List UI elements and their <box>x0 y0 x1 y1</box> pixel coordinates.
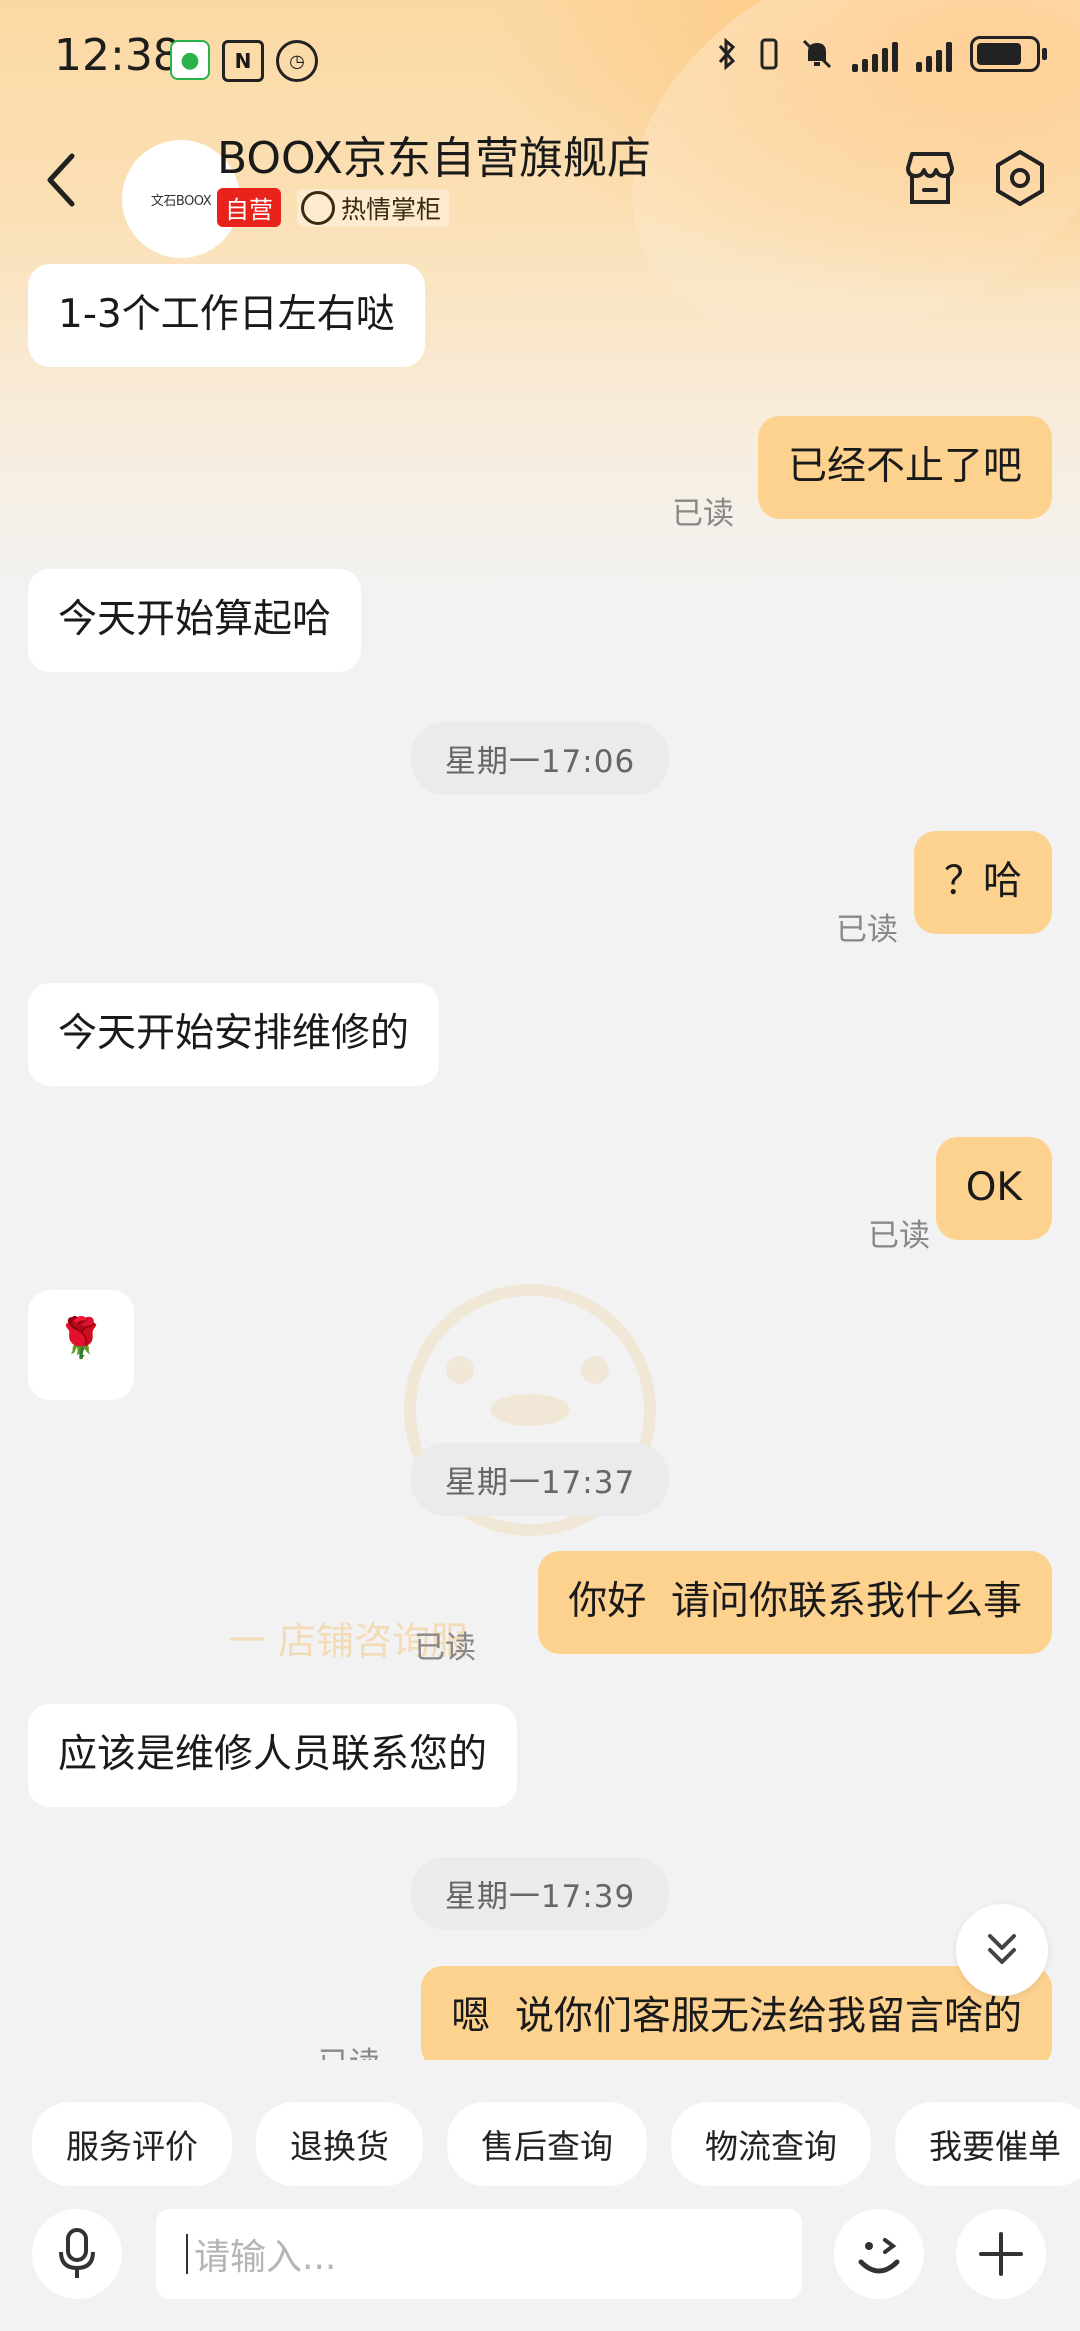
status-right-icons <box>716 36 1047 72</box>
quick-action-bar: 服务评价 退换货 售后查询 物流查询 我要催单 <box>32 2102 1080 2186</box>
signal-icon <box>916 36 952 72</box>
store-icon[interactable] <box>898 146 962 210</box>
message-bubble-right[interactable]: OK <box>935 1137 1052 1240</box>
timestamp-divider: 星期一17:39 <box>410 1857 670 1930</box>
emoji-wink-icon <box>858 2238 900 2274</box>
read-status: 已读 <box>414 1630 476 1666</box>
emoji-button[interactable] <box>834 2209 924 2299</box>
vibrate-icon <box>760 38 778 70</box>
self-operated-badge: 自营 <box>217 188 281 227</box>
watermark-logo <box>404 1284 656 1536</box>
rose-emoji-message[interactable]: 🌹 <box>28 1290 134 1400</box>
warm-shopkeeper-badge: 热情掌柜 <box>297 188 450 227</box>
microphone-icon <box>59 2228 95 2278</box>
quick-action-service-rating[interactable]: 服务评价 <box>32 2102 232 2186</box>
signal-icon <box>852 36 898 72</box>
voice-input-button[interactable] <box>32 2209 122 2299</box>
message-clip-area: 已读 嗯 说你们客服无法给我留言啥的 <box>0 1960 1080 2060</box>
read-status: 已读 <box>836 912 898 948</box>
timestamp-divider: 星期一17:37 <box>410 1443 670 1516</box>
message-bubble-right[interactable]: 嗯 说你们客服无法给我留言啥的 <box>421 1966 1052 2060</box>
read-status: 已读 <box>318 2038 380 2060</box>
read-status: 已读 <box>868 1218 930 1254</box>
shop-name-title[interactable]: BOOX京东自营旗舰店 <box>217 122 651 186</box>
smiley-face-icon <box>301 190 335 225</box>
double-chevron-down-icon <box>988 1934 1016 1964</box>
quick-action-return-exchange[interactable]: 退换货 <box>256 2102 423 2186</box>
quick-action-logistics[interactable]: 物流查询 <box>671 2102 871 2186</box>
scroll-to-bottom-button[interactable] <box>956 1904 1048 1996</box>
text-caret <box>186 2234 188 2274</box>
quick-action-after-sales[interactable]: 售后查询 <box>447 2102 647 2186</box>
status-bar: 12:38 ● N ◷ <box>0 0 1080 120</box>
quick-action-urge-order[interactable]: 我要催单 <box>895 2102 1080 2186</box>
message-bubble-left[interactable]: 1-3个工作日左右哒 <box>28 264 425 367</box>
message-bubble-left[interactable]: 应该是维修人员联系您的 <box>28 1704 518 1807</box>
input-bar: 请输入... <box>0 2195 1080 2331</box>
message-bubble-left[interactable]: 今天开始算起哈 <box>28 569 362 672</box>
nfc-icon: N <box>222 40 264 82</box>
message-bubble-left[interactable]: 今天开始安排维修的 <box>28 983 440 1086</box>
warm-shopkeeper-label: 热情掌柜 <box>341 194 442 224</box>
message-input[interactable]: 请输入... <box>156 2209 802 2299</box>
timestamp-divider: 星期一17:06 <box>410 722 670 795</box>
more-options-button[interactable] <box>956 2209 1046 2299</box>
status-time: 12:38 <box>54 30 181 81</box>
message-input-placeholder: 请输入... <box>194 2237 337 2278</box>
message-bubble-right[interactable]: ？哈 <box>913 831 1052 934</box>
message-bubble-right[interactable]: 你好 请问你联系我什么事 <box>538 1551 1052 1654</box>
read-status: 已读 <box>672 496 734 532</box>
plus-icon <box>979 2232 1023 2276</box>
alarm-icon: ◷ <box>276 40 318 82</box>
shop-tags: 自营 热情掌柜 <box>217 188 450 227</box>
bluetooth-icon <box>718 37 736 71</box>
message-bubble-right[interactable]: 已经不止了吧 <box>757 416 1052 519</box>
settings-icon[interactable] <box>988 146 1052 210</box>
status-left-icons: ● N ◷ <box>170 40 318 82</box>
wechat-icon: ● <box>170 40 210 80</box>
battery-icon <box>970 36 1047 72</box>
back-arrow-icon[interactable] <box>42 150 82 210</box>
mute-icon <box>802 39 832 69</box>
